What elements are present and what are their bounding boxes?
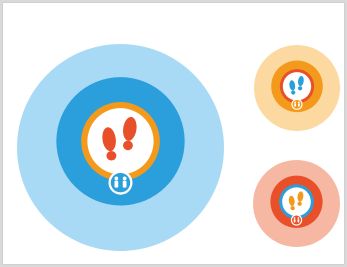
social-distancing-badge-red: [253, 160, 340, 247]
badge-inner: [87, 108, 154, 175]
badge-inner: [282, 72, 312, 101]
social-distancing-badge-large: [17, 44, 224, 251]
social-distancing-badge-orange: [254, 45, 340, 131]
illustration-canvas: [2, 2, 345, 265]
badge-inner: [282, 187, 311, 217]
